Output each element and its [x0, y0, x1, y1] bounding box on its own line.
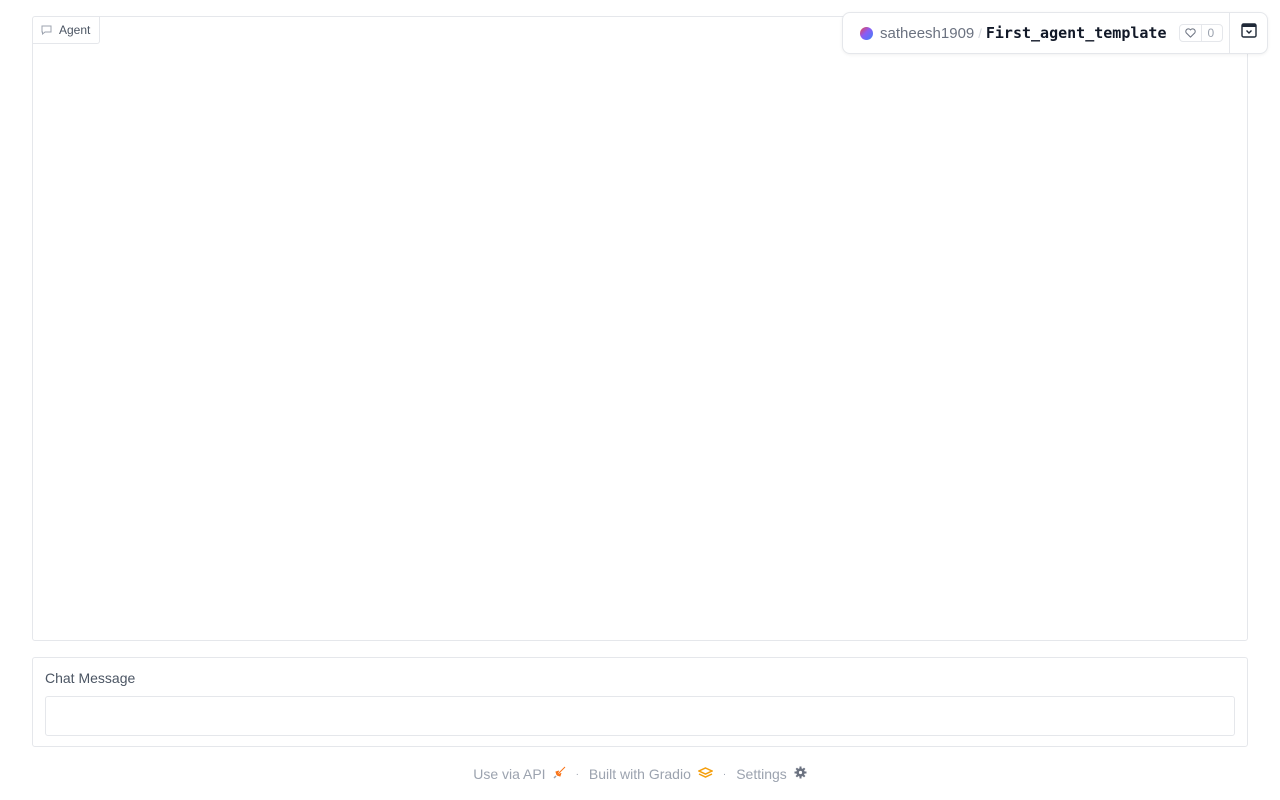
rocket-icon	[553, 766, 566, 782]
space-name-link[interactable]: First_agent_template	[986, 24, 1167, 42]
like-count: 0	[1207, 26, 1215, 40]
use-via-api-link[interactable]: Use via API	[473, 766, 565, 782]
footer: Use via API · Built with Gradio · Settin…	[0, 764, 1280, 784]
path-separator: /	[978, 25, 982, 41]
settings-link[interactable]: Settings	[736, 766, 807, 782]
like-button[interactable]: 0	[1178, 24, 1224, 42]
use-via-api-label: Use via API	[473, 766, 546, 782]
space-header-badge: satheesh1909 / First_agent_template 0	[842, 12, 1268, 54]
gear-icon	[794, 766, 807, 782]
gradio-logo-icon	[697, 766, 714, 782]
settings-label: Settings	[736, 766, 787, 782]
built-with-gradio-link[interactable]: Built with Gradio	[588, 766, 714, 782]
chat-message-label: Chat Message	[45, 670, 136, 686]
built-with-gradio-label: Built with Gradio	[588, 766, 691, 782]
footer-separator: ·	[722, 768, 727, 780]
footer-separator: ·	[575, 768, 579, 780]
chatbot-label: Agent	[33, 17, 101, 44]
collapse-icon	[1240, 23, 1257, 43]
chat-icon	[41, 25, 52, 35]
space-owner-link[interactable]: satheesh1909	[880, 25, 974, 42]
owner-avatar[interactable]	[860, 26, 873, 40]
collapse-button[interactable]	[1229, 13, 1267, 53]
chat-message-input[interactable]	[45, 696, 1235, 736]
chatbot-panel: Agent	[32, 16, 1248, 641]
heart-icon	[1180, 25, 1202, 41]
chat-message-block: Chat Message	[32, 657, 1248, 747]
chatbot-label-text: Agent	[59, 23, 91, 37]
